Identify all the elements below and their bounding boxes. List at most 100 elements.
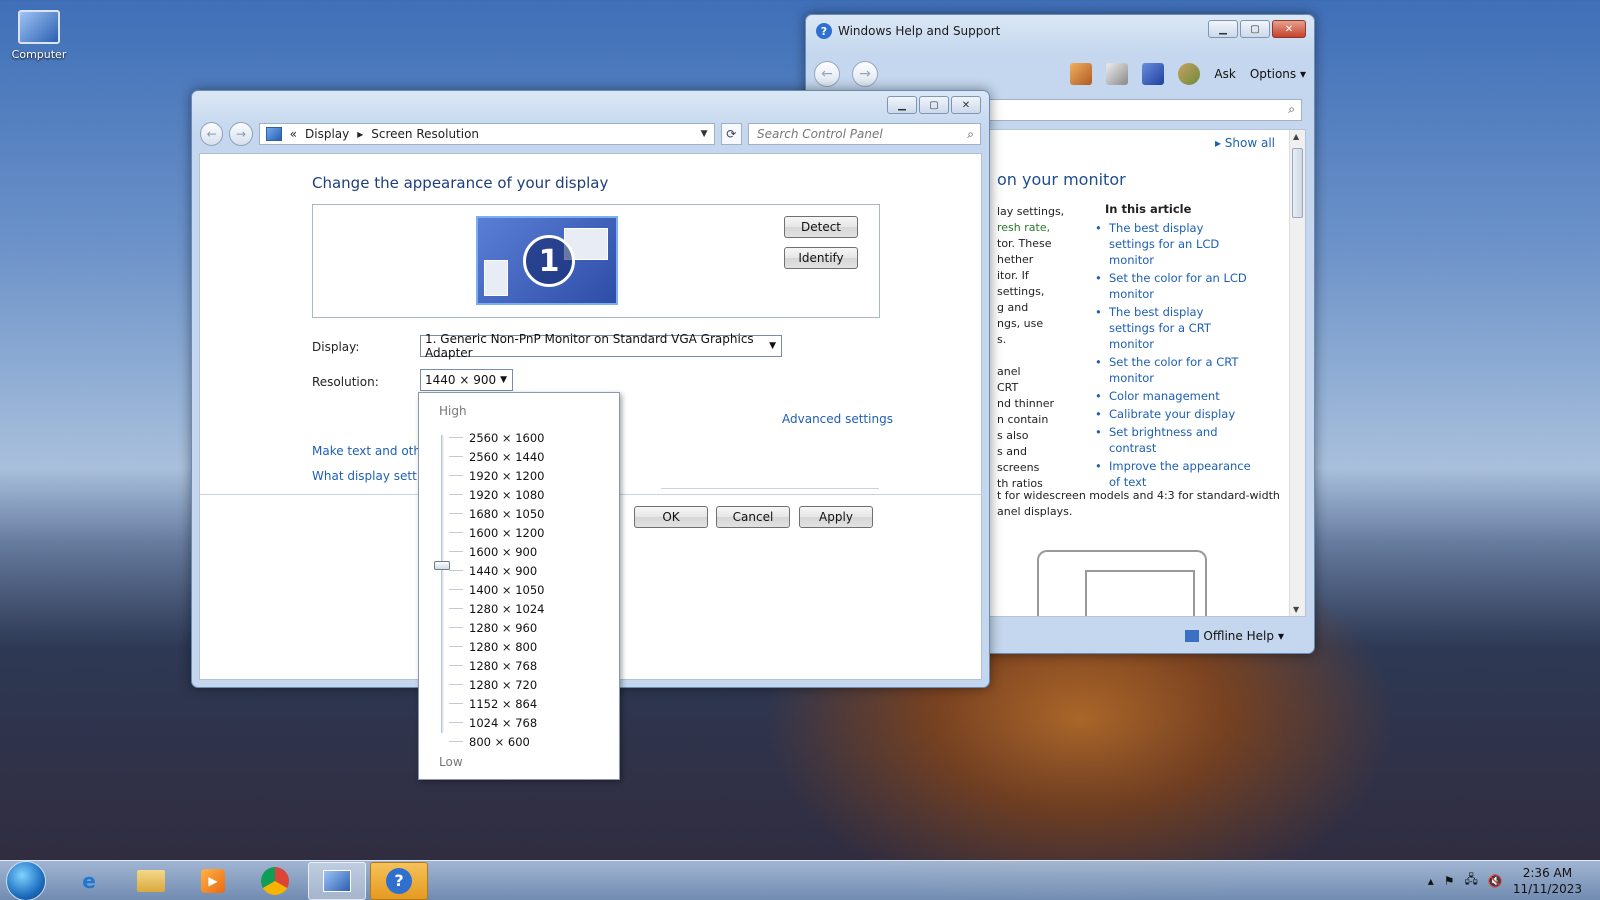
maximize-button[interactable]: ▢ (1240, 20, 1270, 38)
breadcrumb-arrow-icon[interactable]: ▸ (357, 127, 363, 141)
close-button[interactable]: ✕ (951, 96, 981, 114)
resolution-slider-thumb[interactable] (434, 561, 450, 570)
scroll-up-icon[interactable]: ▲ (1293, 132, 1299, 141)
resolution-option[interactable]: 1400 × 1050 (449, 580, 544, 599)
apply-button[interactable]: Apply (799, 506, 873, 528)
offline-help-icon (1185, 630, 1200, 642)
advanced-settings-link[interactable]: Advanced settings (782, 412, 893, 426)
help-scrollbar[interactable]: ▲ ▼ (1289, 130, 1305, 616)
media-player-icon[interactable]: ▶ (184, 862, 242, 900)
article-link[interactable]: Calibrate your display (1091, 406, 1251, 422)
resolution-option[interactable]: 1920 × 1080 (449, 485, 544, 504)
resolution-option[interactable]: 1280 × 960 (449, 618, 544, 637)
help-icon[interactable]: ? (370, 861, 428, 900)
back-button[interactable]: ← (814, 61, 840, 87)
monitor-preview: 1 Detect Identify (312, 204, 880, 318)
help-body-line (997, 348, 1097, 364)
resolution-select[interactable]: 1440 × 900 ▼ (420, 369, 513, 391)
breadcrumb-overflow[interactable]: « (290, 127, 297, 141)
minimize-button[interactable]: ▁ (887, 96, 917, 114)
clock-time: 2:36 AM (1522, 865, 1573, 880)
article-link[interactable]: Set brightness and contrast (1091, 424, 1251, 456)
resolution-option[interactable]: 1600 × 900 (449, 542, 544, 561)
chrome-icon[interactable] (246, 862, 304, 900)
text-size-link[interactable]: Make text and other (312, 444, 433, 458)
detect-button[interactable]: Detect (784, 216, 858, 238)
help-body-line: g and (997, 301, 1029, 314)
action-center-icon[interactable]: ⚑ (1444, 874, 1455, 888)
what-display-settings-link[interactable]: What display setting (312, 469, 435, 483)
ok-button[interactable]: OK (634, 506, 708, 528)
resolution-option[interactable]: 1152 × 864 (449, 694, 544, 713)
article-link[interactable]: Improve the appearance of text (1091, 458, 1251, 490)
start-button[interactable] (6, 860, 46, 900)
monitor-1-image[interactable]: 1 (476, 216, 618, 305)
scroll-thumb[interactable] (1292, 148, 1303, 218)
identify-button[interactable]: Identify (784, 247, 858, 269)
display-select[interactable]: 1. Generic Non-PnP Monitor on Standard V… (420, 332, 782, 360)
internet-explorer-icon[interactable]: e (60, 862, 118, 900)
resolution-option[interactable]: 1920 × 1200 (449, 466, 544, 485)
breadcrumb-screen-resolution[interactable]: Screen Resolution (371, 127, 479, 141)
clock-date: 11/11/2023 (1512, 881, 1582, 896)
clock[interactable]: 2:36 AM 11/11/2023 (1513, 865, 1582, 897)
refresh-button[interactable]: ⟳ (720, 123, 742, 145)
article-link[interactable]: Set the color for a CRT monitor (1091, 354, 1251, 386)
resolution-option[interactable]: 1280 × 800 (449, 637, 544, 656)
forward-button[interactable]: → (852, 61, 878, 87)
volume-muted-icon[interactable]: 🔇 (1488, 874, 1503, 888)
control-panel-icon (265, 127, 282, 141)
offline-help-button[interactable]: Offline Help ▾ (1185, 629, 1284, 643)
help-window-title: ? Windows Help and Support (816, 23, 1000, 39)
resolution-option[interactable]: 2560 × 1600 (449, 428, 544, 447)
help-body-line: settings, (997, 285, 1045, 298)
resolution-option[interactable]: 1600 × 1200 (449, 523, 544, 542)
resolution-option[interactable]: 1024 × 768 (449, 713, 544, 732)
forward-button[interactable]: → (229, 122, 253, 146)
ask-button[interactable]: Ask (1214, 67, 1235, 81)
article-link[interactable]: The best display settings for an LCD mon… (1091, 220, 1251, 268)
help-toolbar: ← → Ask Options ▾ (814, 59, 1306, 89)
close-button[interactable]: ✕ (1272, 20, 1306, 38)
scroll-down-icon[interactable]: ▼ (1293, 605, 1299, 614)
home-icon[interactable] (1070, 63, 1093, 85)
search-icon[interactable]: ⌕ (1288, 102, 1295, 117)
search-icon[interactable]: ⌕ (967, 127, 974, 142)
display-label: Display: (312, 340, 360, 354)
ask-icon[interactable] (1178, 63, 1201, 85)
options-button[interactable]: Options ▾ (1250, 67, 1306, 81)
breadcrumb-display[interactable]: Display (305, 127, 349, 141)
search-control-panel-input[interactable]: Search Control Panel ⌕ (747, 123, 981, 145)
resolution-option[interactable]: 1440 × 900 (449, 561, 544, 580)
resolution-option[interactable]: 1680 × 1050 (449, 504, 544, 523)
resolution-option[interactable]: 1280 × 720 (449, 675, 544, 694)
cancel-button[interactable]: Cancel (716, 506, 790, 528)
article-link[interactable]: The best display settings for a CRT moni… (1091, 304, 1251, 352)
control-panel-icon[interactable] (308, 861, 366, 900)
resolution-slider-track[interactable] (441, 435, 444, 733)
help-article-body: lay settings, resh rate, tor. These hether i… (997, 204, 1097, 492)
help-title-text: Windows Help and Support (838, 24, 1001, 38)
browse-help-icon[interactable] (1142, 63, 1165, 85)
desktop-icon-computer[interactable]: Computer (8, 8, 70, 61)
file-explorer-icon[interactable] (122, 862, 180, 900)
print-icon[interactable] (1106, 63, 1129, 85)
show-all-link[interactable]: ▸ Show all (1215, 136, 1275, 150)
resolution-option[interactable]: 2560 × 1440 (449, 447, 544, 466)
resolution-option[interactable]: 1280 × 1024 (449, 599, 544, 618)
minimize-button[interactable]: ▁ (1208, 20, 1238, 38)
desktop-icon-label: Computer (11, 48, 67, 61)
computer-icon (18, 10, 60, 44)
address-dropdown-icon[interactable]: ▼ (701, 129, 708, 139)
maximize-button[interactable]: ▢ (919, 96, 949, 114)
address-bar[interactable]: « Display ▸ Screen Resolution ▼ (258, 123, 715, 145)
resolution-option[interactable]: 800 × 600 (449, 732, 544, 751)
resolution-option[interactable]: 1280 × 768 (449, 656, 544, 675)
show-hidden-icons-icon[interactable]: ▴ (1428, 874, 1434, 888)
article-link[interactable]: Color management (1091, 388, 1251, 404)
article-link[interactable]: Set the color for an LCD monitor (1091, 270, 1251, 302)
back-button[interactable]: ← (200, 122, 224, 146)
network-icon[interactable]: 🖧 (1464, 870, 1477, 891)
help-article-tail: t for widescreen models and 4:3 for stan… (997, 489, 1280, 518)
help-body-line: s also (997, 429, 1029, 442)
